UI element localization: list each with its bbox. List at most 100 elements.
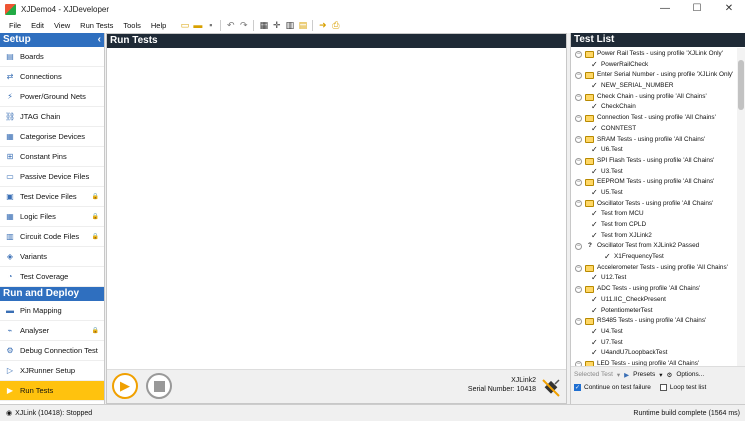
- collapse-toggle-icon[interactable]: −: [575, 50, 582, 58]
- menu-view[interactable]: View: [49, 21, 75, 30]
- test-group[interactable]: − Power Rail Tests - using profile 'XJLin…: [571, 49, 738, 60]
- undo-icon[interactable]: ↶: [225, 20, 236, 31]
- collapse-toggle-icon[interactable]: −: [575, 285, 582, 293]
- test-item[interactable]: ✓ U6.Test: [571, 145, 738, 156]
- menu-file[interactable]: File: [4, 21, 26, 30]
- test-group[interactable]: − SPI Flash Tests - using profile 'All Ch…: [571, 156, 738, 167]
- test-item[interactable]: ✓ U3.Test: [571, 167, 738, 178]
- test-item[interactable]: ✓ NEW_SERIAL_NUMBER: [571, 81, 738, 92]
- collapse-toggle-icon[interactable]: −: [575, 114, 582, 122]
- test-subitem[interactable]: ✓ X1FrequencyTest: [571, 252, 738, 263]
- options-button[interactable]: Options...: [676, 371, 704, 378]
- presets-dropdown-icon[interactable]: ▾: [659, 371, 662, 379]
- new-project-icon[interactable]: ▭: [179, 20, 190, 31]
- test-item[interactable]: ✓ Test from CPLD: [571, 220, 738, 231]
- sidebar-item-power-ground-nets[interactable]: ⚡ Power/Ground Nets: [0, 87, 104, 107]
- collapse-toggle-icon[interactable]: −: [575, 318, 582, 326]
- crosshair-icon[interactable]: ✛: [271, 20, 282, 31]
- sidebar-item-label: Analyser: [20, 326, 50, 335]
- test-group[interactable]: − Connection Test - using profile 'All Ch…: [571, 113, 738, 124]
- collapse-toggle-icon[interactable]: −: [575, 93, 582, 101]
- test-group[interactable]: − Accelerometer Tests - using profile 'Al…: [571, 263, 738, 274]
- minimize-button[interactable]: —: [649, 0, 681, 18]
- sidebar-item-debug-connection-test[interactable]: ⚙ Debug Connection Test: [0, 341, 104, 361]
- grid-icon[interactable]: ▦: [258, 20, 269, 31]
- stop-button[interactable]: [146, 373, 172, 399]
- test-item[interactable]: ✓ CheckChain: [571, 102, 738, 113]
- test-group[interactable]: − LED Tests - using profile 'All Chains': [571, 359, 738, 366]
- sidebar-item-analyser[interactable]: ⌁ Analyser 🔒: [0, 321, 104, 341]
- collapse-toggle-icon[interactable]: −: [575, 264, 582, 272]
- sidebar-item-test-coverage[interactable]: ◔ Test Coverage: [0, 267, 104, 287]
- import-icon[interactable]: ➜: [317, 20, 328, 31]
- selected-test-dropdown-icon[interactable]: ▾: [617, 371, 620, 379]
- sidebar-item-constant-pins[interactable]: ⊞ Constant Pins: [0, 147, 104, 167]
- menu-edit[interactable]: Edit: [26, 21, 49, 30]
- sidebar-item-jtag-chain[interactable]: ⛓ JTAG Chain: [0, 107, 104, 127]
- sidebar-item-passive-device-files[interactable]: ▭ Passive Device Files: [0, 167, 104, 187]
- sidebar-item-test-device-files[interactable]: ▣ Test Device Files 🔒: [0, 187, 104, 207]
- collapse-toggle-icon[interactable]: −: [575, 157, 582, 165]
- sidebar-item-categorise-devices[interactable]: ▦ Categorise Devices: [0, 127, 104, 147]
- test-item[interactable]: ✓ U4andU7LoopbackTest: [571, 348, 738, 359]
- sidebar-item-run-tests[interactable]: ▶ Run Tests: [0, 381, 104, 401]
- save-icon[interactable]: ▪: [205, 20, 216, 31]
- close-button[interactable]: ✕: [713, 0, 745, 18]
- presets-button[interactable]: Presets: [633, 371, 655, 378]
- sidebar-item-xjrunner-setup[interactable]: ▷ XJRunner Setup: [0, 361, 104, 381]
- loop-test-list-checkbox[interactable]: [659, 383, 667, 391]
- test-label: Test from CPLD: [601, 221, 647, 228]
- menu-run-tests[interactable]: Run Tests: [75, 21, 118, 30]
- test-item[interactable]: ✓ U4.Test: [571, 327, 738, 338]
- test-item[interactable]: ✓ U5.Test: [571, 188, 738, 199]
- question-icon: ?: [588, 242, 592, 250]
- collapse-toggle-icon[interactable]: −: [575, 179, 582, 187]
- print-icon[interactable]: ⎙: [330, 20, 341, 31]
- chip-icon[interactable]: ▥: [284, 20, 295, 31]
- sidebar-item-boards[interactable]: ▤ Boards: [0, 47, 104, 67]
- sidebar-item-pin-mapping[interactable]: ▬ Pin Mapping: [0, 301, 104, 321]
- sidebar-item-logic-files[interactable]: ▦ Logic Files 🔒: [0, 207, 104, 227]
- test-item[interactable]: ✓ PowerRailCheck: [571, 60, 738, 71]
- test-group[interactable]: − ADC Tests - using profile 'All Chains': [571, 284, 738, 295]
- selected-test-button[interactable]: Selected Test: [574, 371, 613, 378]
- sidebar-item-connections[interactable]: ⇄ Connections: [0, 67, 104, 87]
- sidebar-item-label: Categorise Devices: [20, 132, 86, 141]
- test-group[interactable]: − Check Chain - using profile 'All Chains…: [571, 92, 738, 103]
- test-item[interactable]: ✓ Test from MCU: [571, 209, 738, 220]
- folder-icon: [585, 200, 594, 208]
- sidebar-item-variants[interactable]: ◈ Variants: [0, 247, 104, 267]
- test-group[interactable]: − SRAM Tests - using profile 'All Chains': [571, 135, 738, 146]
- maximize-button[interactable]: ☐: [681, 0, 713, 18]
- test-item[interactable]: ✓ U11.IIC_CheckPresent: [571, 295, 738, 306]
- folder-icon: [585, 179, 594, 187]
- export-icon[interactable]: ▤: [297, 20, 308, 31]
- test-group[interactable]: − EEPROM Tests - using profile 'All Chain…: [571, 177, 738, 188]
- test-label: PotentiometerTest: [601, 306, 653, 314]
- collapse-toggle-icon[interactable]: −: [575, 243, 582, 251]
- menu-tools[interactable]: Tools: [118, 21, 146, 30]
- test-group[interactable]: − Enter Serial Number - using profile 'XJ…: [571, 70, 738, 81]
- sidebar-item-circuit-code-files[interactable]: ▥ Circuit Code Files 🔒: [0, 227, 104, 247]
- test-item[interactable]: ✓ CONNTEST: [571, 124, 738, 135]
- open-folder-icon[interactable]: ▬: [192, 20, 203, 31]
- menu-help[interactable]: Help: [146, 21, 171, 30]
- test-item[interactable]: ✓ PotentiometerTest: [571, 306, 738, 317]
- test-label: U4.Test: [601, 327, 623, 335]
- collapse-toggle-icon[interactable]: −: [575, 200, 582, 208]
- collapse-icon[interactable]: ‹: [98, 33, 101, 47]
- run-button[interactable]: ▶: [112, 373, 138, 399]
- test-item[interactable]: ✓ Test from XJLink2: [571, 231, 738, 242]
- redo-icon[interactable]: ↷: [238, 20, 249, 31]
- test-group[interactable]: − Oscillator Tests - using profile 'All C…: [571, 199, 738, 210]
- test-item[interactable]: ✓ U12.Test: [571, 273, 738, 284]
- pins-icon: ⊞: [6, 151, 14, 161]
- continue-on-failure-checkbox[interactable]: ✓: [574, 383, 581, 391]
- test-item[interactable]: ✓ U7.Test: [571, 338, 738, 349]
- test-list-scrollbar[interactable]: [737, 48, 745, 366]
- sidebar-item-label: Run Tests: [20, 386, 54, 395]
- collapse-toggle-icon[interactable]: −: [575, 72, 582, 80]
- test-conditional[interactable]: −? Oscillator Test from XJLink2 Passed: [571, 241, 738, 252]
- collapse-toggle-icon[interactable]: −: [575, 136, 582, 144]
- test-group[interactable]: − RS485 Tests - using profile 'All Chains…: [571, 316, 738, 327]
